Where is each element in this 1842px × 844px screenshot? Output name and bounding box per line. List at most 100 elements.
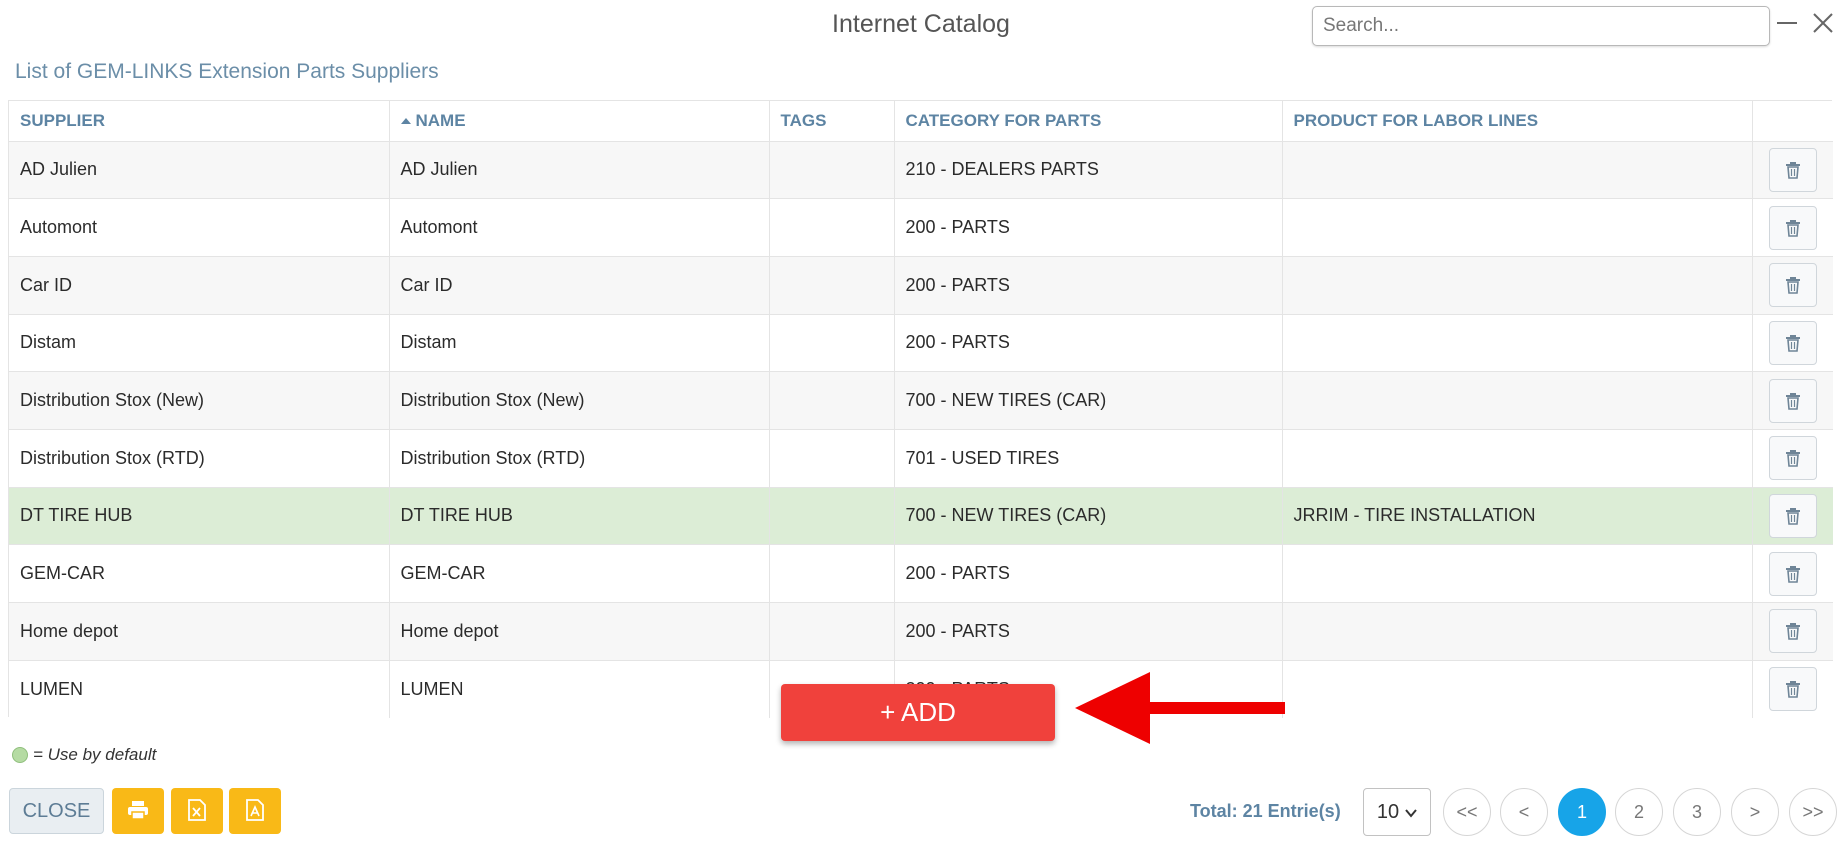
- cell-tags: [769, 544, 895, 603]
- cell-supplier: Distribution Stox (New): [9, 371, 390, 430]
- trash-icon: [1785, 507, 1800, 525]
- print-button[interactable]: [112, 788, 164, 834]
- cell-actions: [1752, 198, 1833, 257]
- cell-category: 200 - PARTS: [894, 255, 1283, 315]
- cell-category: 701 - USED TIRES: [894, 428, 1283, 488]
- cell-supplier: Automont: [9, 198, 390, 257]
- cell-tags: [769, 198, 895, 257]
- delete-button[interactable]: [1768, 551, 1817, 596]
- column-header-name[interactable]: NAME: [389, 101, 770, 141]
- cell-product: [1282, 602, 1753, 661]
- column-header-tags[interactable]: TAGS: [769, 101, 895, 141]
- cell-supplier: Distam: [9, 313, 390, 372]
- table-row[interactable]: Distribution Stox (New) Distribution Stox…: [9, 371, 1833, 430]
- cell-category: 200 - PARTS: [894, 198, 1283, 257]
- trash-icon: [1785, 450, 1800, 468]
- search-input[interactable]: [1312, 6, 1770, 46]
- column-header-supplier[interactable]: SUPPLIER: [9, 101, 390, 141]
- close-icon[interactable]: [1808, 8, 1838, 38]
- page-size-value: 10: [1376, 800, 1400, 823]
- table-row[interactable]: Automont Automont 200 - PARTS: [9, 198, 1833, 257]
- delete-button[interactable]: [1768, 436, 1817, 481]
- cell-tags: [769, 255, 895, 315]
- add-button[interactable]: + ADD: [781, 684, 1055, 741]
- next-page-button[interactable]: >: [1731, 788, 1779, 836]
- delete-button[interactable]: [1768, 205, 1817, 250]
- cell-tags: [769, 371, 895, 430]
- cell-category: 200 - PARTS: [894, 602, 1283, 661]
- last-page-button[interactable]: >>: [1789, 788, 1837, 836]
- cell-name: Distribution Stox (New): [389, 371, 770, 430]
- delete-button[interactable]: [1768, 147, 1817, 192]
- column-header-product[interactable]: PRODUCT FOR LABOR LINES: [1282, 101, 1753, 141]
- cell-actions: [1752, 313, 1833, 372]
- table-row[interactable]: Distribution Stox (RTD) Distribution Stox…: [9, 428, 1833, 488]
- table-row[interactable]: Car ID Car ID 200 - PARTS: [9, 255, 1833, 315]
- trash-icon: [1785, 623, 1800, 641]
- table-row[interactable]: GEM-CAR GEM-CAR 200 - PARTS: [9, 544, 1833, 603]
- export-pdf-button[interactable]: [229, 788, 281, 834]
- trash-icon: [1785, 334, 1800, 352]
- page-button[interactable]: 1: [1558, 788, 1606, 836]
- list-subtitle: List of GEM-LINKS Extension Parts Suppli…: [15, 60, 439, 83]
- cell-tags: [769, 313, 895, 372]
- page-button[interactable]: 2: [1615, 788, 1663, 836]
- cell-actions: [1752, 544, 1833, 603]
- table-row[interactable]: DT TIRE HUB DT TIRE HUB 700 - NEW TIRES (C…: [9, 486, 1833, 545]
- trash-icon: [1785, 681, 1800, 699]
- cell-name: Car ID: [389, 255, 770, 315]
- delete-button[interactable]: [1768, 667, 1817, 712]
- suppliers-table: SUPPLIER NAME TAGS CATEGORY FOR PARTS PR…: [8, 100, 1833, 718]
- cell-name: Distam: [389, 313, 770, 372]
- table-row[interactable]: Home depot Home depot 200 - PARTS: [9, 602, 1833, 661]
- table-row[interactable]: AD Julien AD Julien 210 - DEALERS PARTS: [9, 140, 1833, 199]
- trash-icon: [1785, 565, 1800, 583]
- cell-actions: [1752, 428, 1833, 488]
- page-size-select[interactable]: 10: [1363, 788, 1431, 836]
- cell-tags: [769, 602, 895, 661]
- trash-icon: [1785, 277, 1800, 295]
- cell-actions: [1752, 486, 1833, 545]
- first-page-button[interactable]: <<: [1443, 788, 1491, 836]
- cell-actions: [1752, 140, 1833, 199]
- cell-product: [1282, 313, 1753, 372]
- trash-icon: [1785, 161, 1800, 179]
- delete-button[interactable]: [1768, 609, 1817, 654]
- cell-category: 700 - NEW TIRES (CAR): [894, 486, 1283, 545]
- cell-name: Distribution Stox (RTD): [389, 428, 770, 488]
- cell-product: [1282, 428, 1753, 488]
- export-excel-button[interactable]: [171, 788, 223, 834]
- minimize-icon[interactable]: [1774, 8, 1804, 38]
- cell-actions: [1752, 371, 1833, 430]
- delete-button[interactable]: [1768, 320, 1817, 365]
- delete-button[interactable]: [1768, 263, 1817, 308]
- trash-icon: [1785, 392, 1800, 410]
- table-row[interactable]: Distam Distam 200 - PARTS: [9, 313, 1833, 372]
- trash-icon: [1785, 219, 1800, 237]
- cell-name: GEM-CAR: [389, 544, 770, 603]
- delete-button[interactable]: [1768, 378, 1817, 423]
- cell-product: [1282, 255, 1753, 315]
- cell-supplier: GEM-CAR: [9, 544, 390, 603]
- cell-product: [1282, 544, 1753, 603]
- excel-icon: [188, 798, 206, 824]
- annotation-arrow-icon: [1075, 672, 1285, 744]
- cell-tags: [769, 140, 895, 199]
- prev-page-button[interactable]: <: [1500, 788, 1548, 836]
- cell-name: AD Julien: [389, 140, 770, 199]
- print-icon: [127, 800, 149, 823]
- legend-text: = Use by default: [33, 745, 157, 764]
- cell-actions: [1752, 602, 1833, 661]
- page-button[interactable]: 3: [1673, 788, 1721, 836]
- column-header-category[interactable]: CATEGORY FOR PARTS: [894, 101, 1283, 141]
- cell-supplier: AD Julien: [9, 140, 390, 199]
- cell-category: 210 - DEALERS PARTS: [894, 140, 1283, 199]
- cell-product: [1282, 659, 1753, 718]
- cell-product: [1282, 140, 1753, 199]
- delete-button[interactable]: [1768, 493, 1817, 538]
- column-header-actions: [1752, 101, 1833, 141]
- close-button[interactable]: CLOSE: [9, 788, 104, 834]
- cell-name: LUMEN: [389, 659, 770, 718]
- cell-name: Home depot: [389, 602, 770, 661]
- cell-supplier: Home depot: [9, 602, 390, 661]
